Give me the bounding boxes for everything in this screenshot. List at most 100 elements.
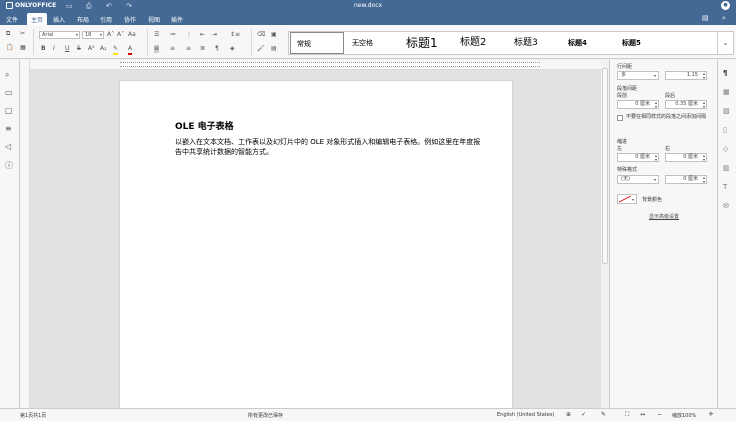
spinner-icon[interactable]: ▴ ▾	[703, 72, 705, 80]
style-heading5[interactable]: 标题5	[616, 32, 670, 54]
spinner-icon[interactable]: ▴ ▾	[655, 154, 657, 162]
menu-plugins[interactable]: 插件	[171, 15, 183, 24]
align-left-icon[interactable]: ≡	[154, 45, 160, 53]
spacing-after-input[interactable]: 0.35 厘米 ▴ ▾	[665, 100, 707, 109]
no-space-checkbox[interactable]	[617, 115, 623, 121]
table-settings-icon[interactable]: ▦	[723, 88, 730, 96]
increase-font-icon[interactable]: A˄	[107, 31, 114, 39]
decrease-indent-icon[interactable]: ⇤	[200, 31, 205, 39]
menu-references[interactable]: 引用	[100, 15, 112, 24]
comments-icon[interactable]: ▭	[5, 88, 13, 97]
search-icon[interactable]: ⌕	[722, 14, 726, 23]
vertical-scrollbar[interactable]	[601, 60, 609, 408]
font-color-icon[interactable]: A	[128, 45, 133, 55]
advanced-settings-link[interactable]: 显示高级设置	[649, 213, 679, 220]
italic-icon[interactable]: I	[53, 45, 55, 53]
superscript-icon[interactable]: A²	[88, 45, 95, 53]
scrollbar-thumb[interactable]	[602, 68, 608, 264]
style-normal[interactable]: 常规	[290, 32, 344, 54]
user-avatar[interactable]: ●	[721, 1, 730, 10]
spinner-icon[interactable]: ▴ ▾	[655, 101, 657, 109]
increase-indent-icon[interactable]: ⇥	[212, 31, 217, 39]
menu-collaboration[interactable]: 协作	[124, 15, 136, 24]
line-spacing-mode-select[interactable]: 多 ▾	[617, 71, 659, 80]
paragraph-settings-icon[interactable]: ¶	[723, 69, 727, 77]
spellcheck-icon[interactable]: ✓	[581, 411, 586, 418]
numbering-icon[interactable]: ≔	[170, 31, 176, 39]
spinner-icon[interactable]: ▴ ▾	[703, 154, 705, 162]
style-heading1[interactable]: 标题1	[400, 32, 454, 54]
font-name-select[interactable]: Arial ▾	[39, 31, 80, 39]
about-icon[interactable]: ⓘ	[5, 160, 13, 171]
navigation-icon[interactable]: ≡	[5, 124, 12, 133]
align-right-icon[interactable]: ≡	[186, 45, 191, 53]
indent-right-input[interactable]: 0 厘米 ▴ ▾	[665, 153, 707, 162]
copy-style-icon[interactable]: 🖌	[257, 45, 265, 53]
shading-icon[interactable]: ◈	[230, 45, 235, 53]
document-heading[interactable]: OLE 电子表格	[175, 119, 234, 132]
highlight-icon[interactable]: ✎	[113, 45, 119, 55]
spinner-icon[interactable]: ▴ ▾	[703, 101, 705, 109]
open-location-icon[interactable]: ▤	[702, 14, 709, 22]
document-page[interactable]: OLE 电子表格 以嵌入在文本文档、工作表以及幻灯片中的 OLE 对象形式插入和…	[120, 81, 512, 421]
insert-table-icon[interactable]: ▤	[271, 45, 277, 53]
page-info[interactable]: 第1页共1页	[20, 412, 46, 419]
justify-icon[interactable]: ≣	[200, 45, 205, 53]
cut-icon[interactable]: ✂	[20, 30, 25, 38]
mail-merge-icon[interactable]: ✉	[723, 202, 729, 210]
zoom-in-icon[interactable]: +	[708, 410, 714, 418]
menu-layout[interactable]: 布局	[77, 15, 89, 24]
fit-width-icon[interactable]: ↔	[640, 411, 645, 418]
line-spacing-icon[interactable]: ↕≡	[230, 31, 240, 39]
strikethrough-icon[interactable]: S	[77, 45, 81, 53]
spinner-icon[interactable]: ▴ ▾	[703, 176, 705, 184]
change-case-icon[interactable]: Aa	[128, 31, 136, 39]
spacing-before-input[interactable]: 0 厘米 ▴ ▾	[617, 100, 659, 109]
copy-icon[interactable]: ⧉	[6, 30, 10, 38]
decrease-font-icon[interactable]: A˅	[117, 31, 124, 39]
special-format-select[interactable]: (无) ▾	[617, 175, 659, 184]
line-spacing-value-input[interactable]: 1.15 ▴ ▾	[665, 71, 707, 80]
header-footer-settings-icon[interactable]: ▯	[723, 126, 727, 134]
chevron-down-icon[interactable]: ⌄	[717, 32, 733, 54]
text-art-settings-icon[interactable]: T	[723, 183, 727, 191]
style-heading4[interactable]: 标题4	[562, 32, 616, 54]
background-color-picker[interactable]: ▾	[617, 194, 637, 204]
bullets-icon[interactable]: ☰	[154, 31, 159, 39]
shape-settings-icon[interactable]: ◇	[723, 145, 728, 153]
select-all-icon[interactable]: ▦	[20, 44, 26, 52]
paragraph-marks-icon[interactable]: ¶	[215, 45, 219, 53]
search-icon[interactable]: ⌕	[5, 70, 9, 80]
paste-icon[interactable]: 📋	[6, 44, 13, 52]
chart-settings-icon[interactable]: ▥	[723, 164, 730, 172]
align-center-icon[interactable]: ≡	[170, 45, 175, 53]
special-by-input[interactable]: 0 厘米 ▴ ▾	[665, 175, 707, 184]
insert-image-icon[interactable]: ▣	[271, 31, 277, 39]
style-no-spacing[interactable]: 无空格	[346, 32, 400, 54]
menu-file[interactable]: 文件	[6, 15, 18, 24]
indent-left-input[interactable]: 0 厘米 ▴ ▾	[617, 153, 659, 162]
zoom-out-icon[interactable]: −	[657, 411, 662, 418]
document-title: new.docx	[353, 2, 383, 9]
feedback-icon[interactable]: ◁	[5, 142, 11, 151]
menu-home[interactable]: 主页	[27, 13, 48, 25]
menu-view[interactable]: 视图	[148, 15, 160, 24]
document-language[interactable]: English (United States)	[497, 412, 554, 418]
chevron-down-icon: ▾	[99, 32, 102, 37]
document-paragraph[interactable]: 以嵌入在文本文档、工作表以及幻灯片中的 OLE 对象形式插入和编辑电子表格。例如…	[175, 137, 487, 157]
menu-insert[interactable]: 插入	[53, 15, 65, 24]
multilevel-list-icon[interactable]: ⋮	[186, 31, 192, 39]
track-changes-icon[interactable]: ✎	[601, 411, 606, 418]
underline-icon[interactable]: U	[65, 45, 69, 53]
fit-page-icon[interactable]: ⛶	[625, 411, 629, 419]
bold-icon[interactable]: B	[41, 45, 46, 53]
font-size-select[interactable]: 18 ▾	[82, 31, 104, 39]
chat-icon[interactable]: ▢	[5, 106, 13, 115]
style-heading3[interactable]: 标题3	[508, 32, 562, 54]
right-sidebar: ¶ ▦ ▨ ▯ ◇ ▥ T ✉	[717, 60, 736, 408]
clear-style-icon[interactable]: ⌫	[257, 31, 265, 39]
style-heading2[interactable]: 标题2	[454, 32, 508, 54]
subscript-icon[interactable]: A₂	[100, 45, 107, 53]
image-settings-icon[interactable]: ▨	[723, 107, 730, 115]
globe-icon[interactable]: ⊕	[566, 411, 571, 418]
